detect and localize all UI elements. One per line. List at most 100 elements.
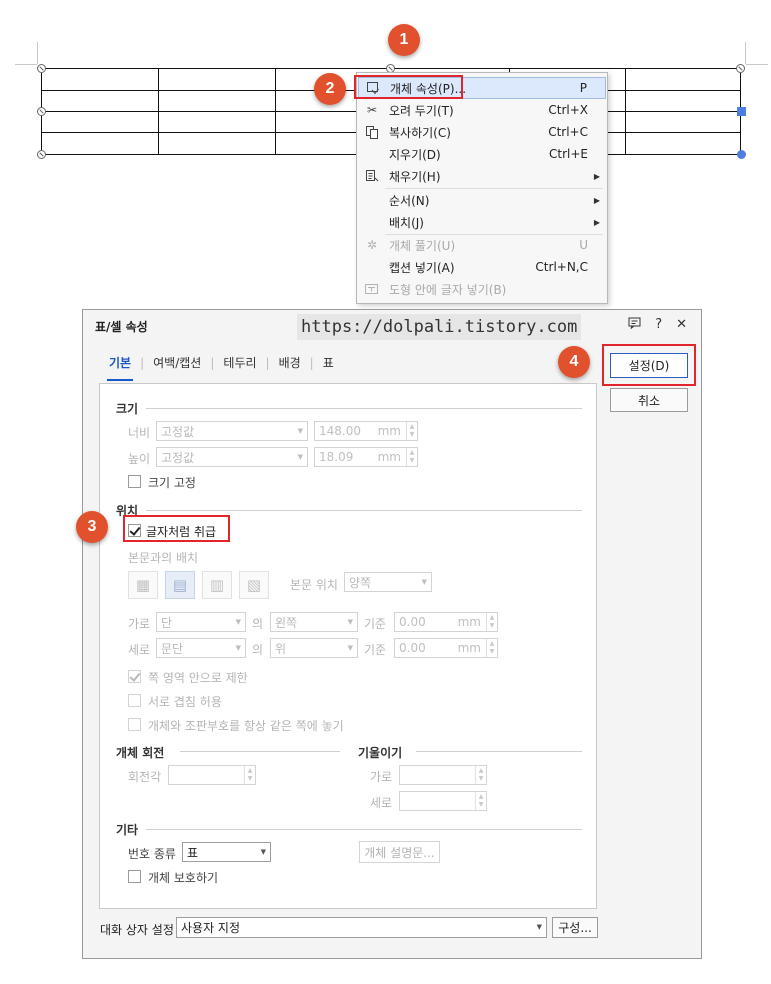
- spinner-icon[interactable]: ▲ ▼: [486, 639, 497, 657]
- protect-object-checkbox[interactable]: [128, 870, 141, 883]
- title-bar-buttons: ? ✕: [628, 317, 687, 333]
- table-col-line: [158, 69, 159, 154]
- chevron-down-icon: ▼: [260, 848, 266, 856]
- resize-handle[interactable]: [737, 107, 746, 116]
- menu-item-cut[interactable]: ✂ 오려 두기(T) Ctrl+X: [358, 99, 606, 121]
- ungroup-icon: ✲: [366, 238, 378, 252]
- body-position-label: 본문 위치: [290, 578, 338, 592]
- watermark: https://dolpali.tistory.com: [297, 314, 582, 340]
- skew-horizontal-label: 가로: [370, 770, 393, 784]
- help-icon[interactable]: ?: [655, 317, 662, 333]
- wrap-behind-icon[interactable]: ▧: [239, 571, 269, 599]
- tab-background[interactable]: 배경: [277, 354, 303, 371]
- fix-size-label: 크기 고정: [148, 476, 196, 490]
- highlight-box-ok-button: [602, 344, 696, 386]
- comment-icon[interactable]: [628, 317, 641, 333]
- menu-item-copy[interactable]: 복사하기(C) Ctrl+C: [358, 121, 606, 143]
- keep-with-anchor-label: 개체와 조판부호를 항상 같은 쪽에 놓기: [148, 719, 344, 733]
- menu-item-fill[interactable]: 채우기(H) ▶: [358, 165, 606, 187]
- menu-item-text-in-shape[interactable]: 도형 안에 글자 넣기(B): [358, 278, 606, 300]
- height-mode-select[interactable]: 고정값 ▼: [156, 447, 308, 467]
- cancel-button[interactable]: 취소: [610, 388, 688, 412]
- angle-input[interactable]: ▲ ▼: [168, 765, 256, 785]
- preset-select[interactable]: 사용자 지정 ▼: [176, 917, 547, 938]
- highlight-box-object-properties: [354, 75, 463, 99]
- highlight-box-treat-as-char: [123, 515, 230, 542]
- chevron-down-icon: ▼: [297, 453, 303, 461]
- menu-item-arrange[interactable]: 배치(J) ▶: [358, 211, 606, 233]
- wrap-front-icon[interactable]: ▥: [202, 571, 232, 599]
- number-type-select[interactable]: 표 ▼: [182, 842, 271, 862]
- vertical-align-select[interactable]: 위 ▼: [270, 638, 358, 658]
- spinner-icon[interactable]: ▲ ▼: [475, 766, 486, 784]
- menu-item-delete[interactable]: 지우기(D) Ctrl+E: [358, 143, 606, 165]
- wrap-square-icon[interactable]: ▦: [128, 571, 158, 599]
- crop-mark: [15, 64, 37, 65]
- menu-item-insert-caption[interactable]: 캡션 넣기(A) Ctrl+N,C: [358, 256, 606, 278]
- spinner-icon[interactable]: ▲ ▼: [244, 766, 255, 784]
- resize-handle[interactable]: [37, 64, 46, 73]
- step-badge-1: 1: [388, 24, 420, 56]
- table-cell-properties-dialog: 표/셀 속성 https://dolpali.tistory.com ? ✕ 기…: [82, 309, 702, 959]
- skew-section-title: 기울이기: [358, 746, 403, 760]
- basic-tab-panel: 크기 너비 고정값 ▼ 148.00 mm ▲ ▼ 높이 고정값 ▼ 18.09 …: [99, 383, 597, 909]
- allow-overlap-checkbox[interactable]: [128, 694, 141, 707]
- resize-handle[interactable]: [736, 64, 745, 73]
- skew-vertical-label: 세로: [370, 796, 393, 810]
- spinner-icon[interactable]: ▲ ▼: [486, 613, 497, 631]
- horizontal-offset-input[interactable]: 0.00 mm ▲ ▼: [394, 612, 498, 632]
- resize-handle[interactable]: [37, 150, 46, 159]
- step-badge-4: 4: [558, 346, 590, 378]
- crop-mark: [37, 42, 38, 64]
- width-label: 너비: [128, 426, 151, 440]
- close-icon[interactable]: ✕: [676, 317, 687, 333]
- resize-handle[interactable]: [37, 107, 46, 116]
- menu-item-order[interactable]: 순서(N) ▶: [358, 189, 606, 211]
- chevron-down-icon: ▼: [235, 644, 241, 652]
- submenu-arrow-icon: ▶: [593, 195, 600, 205]
- menu-item-ungroup[interactable]: ✲ 개체 풀기(U) U: [358, 234, 606, 256]
- resize-handle[interactable]: [737, 150, 746, 159]
- crop-mark: [746, 64, 768, 65]
- horizontal-align-select[interactable]: 왼쪽 ▼: [270, 612, 358, 632]
- configure-button[interactable]: 구성...: [552, 917, 598, 938]
- tab-basic[interactable]: 기본: [107, 354, 134, 381]
- vertical-ref-select[interactable]: 문단 ▼: [156, 638, 246, 658]
- horizontal-ref-select[interactable]: 단 ▼: [156, 612, 246, 632]
- keep-with-anchor-checkbox[interactable]: [128, 718, 141, 731]
- spinner-icon[interactable]: ▲ ▼: [406, 448, 417, 466]
- table-col-line: [275, 69, 276, 154]
- wrap-label: 본문과의 배치: [128, 551, 199, 565]
- body-position-select[interactable]: 양쪽 ▼: [344, 572, 432, 592]
- vertical-offset-input[interactable]: 0.00 mm ▲ ▼: [394, 638, 498, 658]
- number-type-label: 번호 종류: [128, 847, 176, 861]
- height-input[interactable]: 18.09 mm ▲ ▼: [314, 447, 418, 467]
- chevron-down-icon: ▼: [235, 618, 241, 626]
- chevron-down-icon: ▼: [347, 618, 353, 626]
- etc-section-title: 기타: [116, 823, 139, 837]
- tab-border[interactable]: 테두리: [221, 354, 258, 371]
- width-input[interactable]: 148.00 mm ▲ ▼: [314, 421, 418, 441]
- allow-overlap-label: 서로 겹침 허용: [148, 695, 222, 709]
- chevron-down-icon: ▼: [536, 923, 542, 931]
- limit-in-page-checkbox[interactable]: [128, 670, 141, 683]
- tab-table[interactable]: 표: [321, 354, 336, 371]
- scissors-icon: ✂: [366, 103, 378, 117]
- spinner-icon[interactable]: ▲ ▼: [475, 792, 486, 810]
- chevron-down-icon: ▼: [421, 578, 427, 586]
- height-label: 높이: [128, 452, 151, 466]
- submenu-arrow-icon: ▶: [593, 217, 600, 227]
- tab-margin-caption[interactable]: 여백/캡션: [151, 354, 203, 371]
- spinner-icon[interactable]: ▲ ▼: [406, 422, 417, 440]
- tab-bar: 기본 | 여백/캡션 | 테두리 | 배경 | 표: [107, 354, 336, 381]
- skew-horizontal-input[interactable]: ▲ ▼: [399, 765, 487, 785]
- width-mode-select[interactable]: 고정값 ▼: [156, 421, 308, 441]
- skew-vertical-input[interactable]: ▲ ▼: [399, 791, 487, 811]
- object-description-button[interactable]: 개체 설명문...: [359, 841, 440, 863]
- wrap-top-bottom-icon[interactable]: ▤: [165, 571, 195, 599]
- preset-label: 대화 상자 설정: [100, 923, 174, 937]
- fix-size-checkbox[interactable]: [128, 475, 141, 488]
- fill-icon: [364, 168, 380, 184]
- step-badge-3: 3: [76, 511, 108, 543]
- copy-icon: [364, 124, 380, 140]
